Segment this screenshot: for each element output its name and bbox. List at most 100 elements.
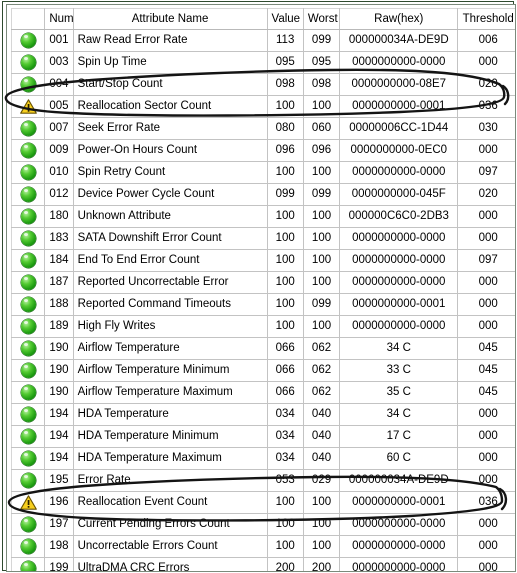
- warning-triangle-icon: [16, 97, 40, 117]
- row-value-cell: 034: [266, 425, 304, 448]
- row-value-cell: 113: [266, 29, 304, 52]
- table-row[interactable]: 199 UltraDMA CRC Errors 200 200 0000000000-0…: [10, 557, 515, 571]
- table-row[interactable]: 187 Reported Uncorrectable Error 100 100 000…: [10, 271, 515, 294]
- table-row[interactable]: 190 Airflow Temperature Minimum 066 062 33 C…: [10, 359, 515, 382]
- column-header-attribute-name[interactable]: Attribute Name: [72, 8, 268, 30]
- green-led-icon: [16, 75, 40, 95]
- row-num-cell: 188: [44, 293, 74, 316]
- table-row[interactable]: 007 Seek Error Rate 080 060 00000006CC-1D44 0…: [10, 117, 515, 140]
- column-header-raw-hex[interactable]: Raw(hex): [339, 8, 459, 30]
- green-led-icon: [16, 537, 40, 557]
- row-value-cell: 100: [266, 513, 304, 536]
- row-value-cell: 053: [266, 469, 304, 492]
- table-row[interactable]: 190 Airflow Temperature 066 062 34 C 045: [10, 337, 515, 360]
- column-header-worst[interactable]: Worst: [302, 8, 341, 30]
- green-led-icon: [16, 229, 40, 249]
- row-status-cell: [10, 469, 46, 492]
- row-attribute-name: Uncorrectable Errors Count: [72, 535, 268, 558]
- table-row[interactable]: 197 Current Pending Errors Count 100 100 000…: [10, 513, 515, 536]
- row-value-cell: 095: [266, 51, 304, 74]
- table-row[interactable]: 194 HDA Temperature Minimum 034 040 17 C 000: [10, 425, 515, 448]
- column-header-num[interactable]: Num: [44, 8, 74, 30]
- row-attribute-name: High Fly Writes: [72, 315, 268, 338]
- row-value-cell: 098: [266, 73, 304, 96]
- row-num-cell: 001: [44, 29, 74, 52]
- green-led-icon: [16, 53, 40, 73]
- table-header: Num Attribute Name Value Worst Raw(hex) …: [10, 8, 515, 30]
- row-worst-cell: 029: [302, 469, 341, 492]
- row-threshold-cell: 097: [457, 249, 515, 272]
- row-attribute-name: Reported Uncorrectable Error: [72, 271, 268, 294]
- row-threshold-cell: 000: [457, 205, 515, 228]
- row-value-cell: 100: [266, 249, 304, 272]
- row-status-cell: [10, 95, 46, 118]
- column-header-threshold[interactable]: Threshold: [457, 8, 515, 30]
- table-row[interactable]: 005 Reallocation Sector Count 100 100 000000…: [10, 95, 515, 118]
- table-row[interactable]: 196 Reallocation Event Count 100 100 0000000…: [10, 491, 515, 514]
- column-header-status[interactable]: [10, 8, 46, 30]
- row-threshold-cell: 030: [457, 117, 515, 140]
- green-led-icon: [16, 405, 40, 425]
- row-attribute-name: HDA Temperature: [72, 403, 268, 426]
- row-threshold-cell: 006: [457, 29, 515, 52]
- row-num-cell: 189: [44, 315, 74, 338]
- row-raw-cell: 0000000000-0000: [339, 315, 459, 338]
- row-attribute-name: Error Rate: [72, 469, 268, 492]
- row-threshold-cell: 000: [457, 51, 515, 74]
- table-row[interactable]: 009 Power-On Hours Count 096 096 0000000000-…: [10, 139, 515, 162]
- green-led-icon: [16, 361, 40, 381]
- smart-attributes-panel: Num Attribute Name Value Worst Raw(hex) …: [0, 0, 517, 573]
- table-row[interactable]: 001 Raw Read Error Rate 113 099 000000034A-D…: [10, 29, 515, 52]
- green-led-icon: [16, 383, 40, 403]
- row-value-cell: 099: [266, 183, 304, 206]
- table-row[interactable]: 012 Device Power Cycle Count 099 099 0000000…: [10, 183, 515, 206]
- table-row[interactable]: 004 Start/Stop Count 098 098 0000000000-08E7…: [10, 73, 515, 96]
- row-threshold-cell: 045: [457, 337, 515, 360]
- row-threshold-cell: 036: [457, 491, 515, 514]
- green-led-icon: [16, 141, 40, 161]
- row-worst-cell: 100: [302, 227, 341, 250]
- green-led-icon: [16, 163, 40, 183]
- row-worst-cell: 100: [302, 205, 341, 228]
- row-threshold-cell: 020: [457, 183, 515, 206]
- table-row[interactable]: 189 High Fly Writes 100 100 0000000000-0000 0…: [10, 315, 515, 338]
- table-row[interactable]: 194 HDA Temperature 034 040 34 C 000: [10, 403, 515, 426]
- table-row[interactable]: 188 Reported Command Timeouts 100 099 000000…: [10, 293, 515, 316]
- row-worst-cell: 099: [302, 29, 341, 52]
- row-raw-cell: 000000034A-DE9D: [339, 29, 459, 52]
- row-raw-cell: 0000000000-0000: [339, 161, 459, 184]
- row-threshold-cell: 000: [457, 139, 515, 162]
- row-status-cell: [10, 117, 46, 140]
- row-raw-cell: 0000000000-08E7: [339, 73, 459, 96]
- table-row[interactable]: 194 HDA Temperature Maximum 034 040 60 C 000: [10, 447, 515, 470]
- row-attribute-name: Current Pending Errors Count: [72, 513, 268, 536]
- table-row[interactable]: 183 SATA Downshift Error Count 100 100 00000…: [10, 227, 515, 250]
- table-row[interactable]: 003 Spin Up Time 095 095 0000000000-0000 000: [10, 51, 515, 74]
- green-led-icon: [16, 427, 40, 447]
- table-row[interactable]: 010 Spin Retry Count 100 100 0000000000-0000…: [10, 161, 515, 184]
- row-status-cell: [10, 161, 46, 184]
- row-num-cell: 199: [44, 557, 74, 571]
- row-value-cell: 066: [266, 337, 304, 360]
- row-threshold-cell: 000: [457, 293, 515, 316]
- green-led-icon: [16, 185, 40, 205]
- row-status-cell: [10, 557, 46, 571]
- table-row[interactable]: 180 Unknown Attribute 100 100 000000C6C0-2DB…: [10, 205, 515, 228]
- row-num-cell: 198: [44, 535, 74, 558]
- table-row[interactable]: 190 Airflow Temperature Maximum 066 062 35 C…: [10, 381, 515, 404]
- row-threshold-cell: 000: [457, 535, 515, 558]
- row-attribute-name: Start/Stop Count: [72, 73, 268, 96]
- table-row[interactable]: 198 Uncorrectable Errors Count 100 100 00000…: [10, 535, 515, 558]
- row-raw-cell: 0000000000-0001: [339, 491, 459, 514]
- row-value-cell: 066: [266, 381, 304, 404]
- row-raw-cell: 34 C: [339, 337, 459, 360]
- column-header-value[interactable]: Value: [266, 8, 304, 30]
- table-row[interactable]: 184 End To End Error Count 100 100 000000000…: [10, 249, 515, 272]
- row-num-cell: 180: [44, 205, 74, 228]
- row-worst-cell: 095: [302, 51, 341, 74]
- table-row[interactable]: 195 Error Rate 053 029 000000034A-DE9D 000: [10, 469, 515, 492]
- row-worst-cell: 060: [302, 117, 341, 140]
- row-attribute-name: Airflow Temperature Maximum: [72, 381, 268, 404]
- row-raw-cell: 0000000000-0000: [339, 513, 459, 536]
- row-status-cell: [10, 139, 46, 162]
